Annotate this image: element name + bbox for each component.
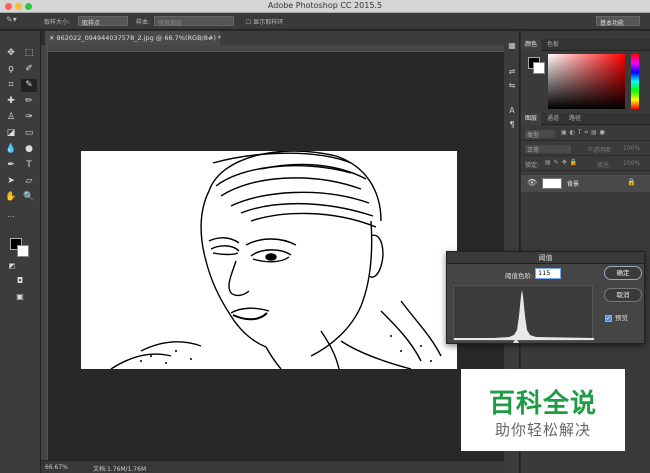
app-title: Adobe Photoshop CC 2015.5	[267, 1, 383, 10]
ok-button[interactable]: 确定	[604, 266, 642, 280]
layer-name[interactable]: 背景	[567, 179, 579, 188]
more-tools-icon[interactable]: …	[3, 209, 19, 222]
zoom-tool-icon[interactable]: 🔍	[21, 191, 37, 204]
title-bar: Adobe Photoshop CC 2015.5	[0, 0, 650, 13]
panel-background-swatch[interactable]	[533, 62, 545, 74]
show-ring-label: 显示取样环	[253, 19, 284, 26]
color-panel-tabs: 颜色 色板	[521, 39, 650, 51]
options-bar: ✎▾ 取样大小: 取样点 样本: 所有图层 ☐ 显示取样环 基本功能	[0, 13, 650, 30]
filter-icons[interactable]: ▣◐T⌗▤●	[561, 129, 608, 137]
threshold-dialog: 阈值 阈值色阶: 115 确定 取消 ✓ 预览	[446, 251, 645, 344]
history-brush-tool-icon[interactable]: ✑	[21, 111, 37, 124]
tab-color[interactable]: 颜色	[521, 39, 542, 51]
close-tab-icon[interactable]: ✕	[49, 34, 57, 42]
preview-checkbox[interactable]: ✓ 预览	[605, 312, 628, 322]
tools-panel: ✥ ⬚ ϙ ✐ ⌗ ✎ ✚ ✏ ♙ ✑ ◪ ▭ 💧 ● ✒ T ➤ ▱ ✋ 🔍 …	[0, 31, 41, 473]
layer-filter-select[interactable]: 类型	[525, 130, 555, 139]
threshold-level-input[interactable]: 115	[535, 268, 561, 279]
adjustments-panel-icon[interactable]: ⇌	[507, 67, 517, 77]
sample-size-label: 取样大小:	[44, 19, 71, 26]
vertical-ruler	[41, 45, 48, 460]
pen-tool-icon[interactable]: ✒	[3, 159, 19, 172]
sample-size-select[interactable]: 取样点	[78, 16, 128, 27]
layer-lock-icon: 🔒	[627, 178, 636, 186]
default-colors-icon[interactable]: ◩	[4, 260, 20, 273]
dialog-title: 阈值	[447, 252, 644, 264]
hand-tool-icon[interactable]: ✋	[3, 191, 19, 204]
screen-mode-icon[interactable]: ▣	[12, 290, 28, 303]
tab-channels[interactable]: 通道	[543, 113, 563, 125]
move-tool-icon[interactable]: ✥	[3, 47, 19, 60]
fill-value[interactable]: 100%	[623, 160, 640, 167]
blur-tool-icon[interactable]: 💧	[3, 143, 19, 156]
brush-tool-icon[interactable]: ✏	[21, 95, 37, 108]
properties-panel-icon[interactable]: ⇋	[507, 81, 517, 91]
checkmark-icon: ✓	[605, 314, 612, 322]
quick-select-tool-icon[interactable]: ✐	[21, 63, 37, 76]
threshold-slider-handle[interactable]	[513, 338, 519, 343]
layers-panel-tabs: 图层 通道 路径	[521, 113, 650, 125]
opacity-value[interactable]: 100%	[623, 145, 640, 152]
visibility-eye-icon[interactable]: 👁	[527, 178, 537, 187]
blend-mode-select[interactable]: 正常	[525, 145, 571, 154]
type-tool-icon[interactable]: T	[21, 159, 37, 172]
history-panel-icon[interactable]: ▦	[507, 41, 517, 51]
layer-row-background[interactable]: 👁 背景 🔒	[521, 175, 650, 192]
shape-tool-icon[interactable]: ▱	[21, 175, 37, 188]
histogram-graph	[454, 290, 594, 340]
tab-layers[interactable]: 图层	[521, 113, 542, 125]
healing-brush-tool-icon[interactable]: ✚	[3, 95, 19, 108]
document-size: 文档:1.76M/1.76M	[93, 466, 147, 473]
eyedropper-icon[interactable]: ✎▾	[6, 15, 17, 24]
workspace-select[interactable]: 基本功能	[596, 16, 640, 27]
paragraph-panel-icon[interactable]: ¶	[507, 120, 517, 130]
clone-stamp-tool-icon[interactable]: ♙	[3, 111, 19, 124]
marquee-tool-icon[interactable]: ⬚	[21, 47, 37, 60]
character-panel-icon[interactable]: A	[507, 106, 517, 116]
blend-row: 正常 不透明度: 100%	[521, 142, 650, 156]
watermark-sub: 助你轻松解决	[494, 421, 591, 439]
document-tab-label: 862022_094944037578_2.jpg @ 66.7%(RGB/8#…	[56, 34, 222, 42]
eraser-tool-icon[interactable]: ◪	[3, 127, 19, 140]
zoom-level[interactable]: 66.67%	[45, 464, 68, 471]
sample-select[interactable]: 所有图层	[154, 16, 234, 27]
eyedropper-tool-icon[interactable]: ✎	[21, 79, 37, 92]
sample-label: 样本:	[136, 19, 151, 26]
lock-row: 锁定: ▤✎✥🔒 填充: 100%	[521, 157, 650, 171]
quick-mask-icon[interactable]: ◘	[12, 274, 28, 287]
show-ring-checkbox[interactable]: ☐ 显示取样环	[246, 17, 283, 26]
document-image[interactable]	[81, 151, 457, 369]
fill-label: 填充:	[597, 162, 612, 169]
path-select-tool-icon[interactable]: ➤	[3, 175, 19, 188]
threshold-histogram	[453, 285, 594, 341]
layer-thumbnail	[542, 178, 562, 189]
horizontal-ruler	[45, 45, 515, 52]
background-color-swatch[interactable]	[17, 245, 29, 257]
hue-slider[interactable]	[631, 54, 639, 109]
sketch-portrait-image	[110, 151, 442, 369]
tab-swatches[interactable]: 色板	[543, 39, 563, 51]
document-tab[interactable]: ✕ 862022_094944037578_2.jpg @ 66.7%(RGB/…	[45, 31, 222, 45]
lasso-tool-icon[interactable]: ϙ	[3, 63, 19, 76]
cancel-button[interactable]: 取消	[604, 288, 642, 302]
watermark-main: 百科全说	[488, 389, 597, 419]
opacity-label: 不透明度:	[587, 147, 614, 154]
watermark-logo: 百科全说 助你轻松解决	[461, 369, 625, 451]
tab-paths[interactable]: 路径	[565, 113, 585, 125]
layer-filter-row: 类型 ▣◐T⌗▤●	[521, 127, 650, 141]
preview-label: 预览	[615, 314, 628, 322]
status-bar: 66.67% 文档:1.76M/1.76M	[41, 460, 515, 473]
color-picker-field[interactable]	[548, 54, 625, 109]
threshold-level-label: 阈值色阶:	[505, 272, 534, 280]
crop-tool-icon[interactable]: ⌗	[3, 79, 19, 92]
lock-label: 锁定:	[525, 162, 540, 169]
gradient-tool-icon[interactable]: ▭	[21, 127, 37, 140]
document-tab-bar: ✕ 862022_094944037578_2.jpg @ 66.7%(RGB/…	[45, 31, 515, 45]
lock-icons[interactable]: ▤✎✥🔒	[545, 159, 580, 166]
dodge-tool-icon[interactable]: ●	[21, 143, 37, 156]
